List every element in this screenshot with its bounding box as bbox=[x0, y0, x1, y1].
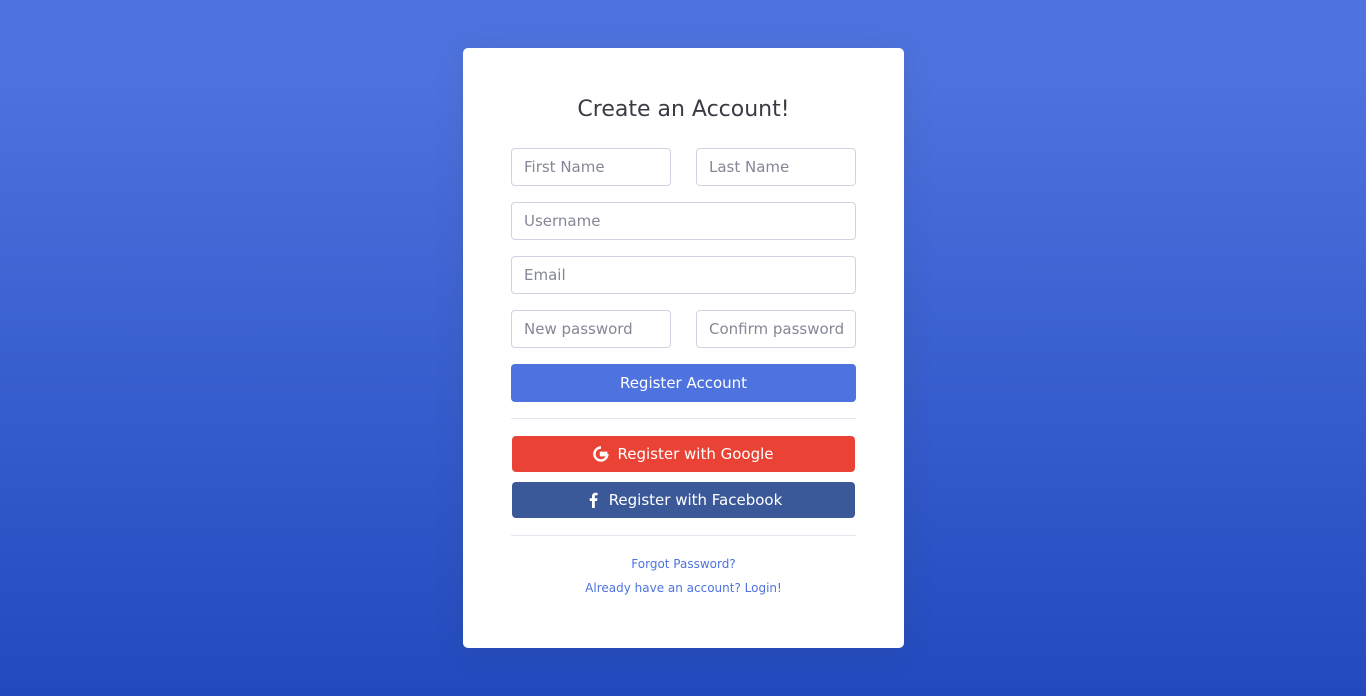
forgot-password-link[interactable]: Forgot Password? bbox=[511, 556, 856, 572]
register-account-button[interactable]: Register Account bbox=[511, 364, 856, 402]
divider bbox=[511, 535, 856, 536]
divider bbox=[511, 418, 856, 419]
password-row bbox=[511, 310, 856, 348]
last-name-input[interactable] bbox=[696, 148, 856, 186]
register-facebook-label: Register with Facebook bbox=[608, 491, 783, 509]
username-row bbox=[511, 202, 856, 240]
name-row bbox=[511, 148, 856, 186]
username-input[interactable] bbox=[511, 202, 856, 240]
new-password-input[interactable] bbox=[511, 310, 671, 348]
google-icon bbox=[593, 446, 610, 462]
facebook-icon bbox=[585, 492, 601, 508]
register-account-label: Register Account bbox=[619, 374, 748, 392]
register-facebook-button[interactable]: Register with Facebook bbox=[512, 482, 855, 518]
email-row bbox=[511, 256, 856, 294]
confirm-password-input[interactable] bbox=[696, 310, 856, 348]
register-google-button[interactable]: Register with Google bbox=[512, 436, 855, 472]
first-name-input[interactable] bbox=[511, 148, 671, 186]
register-google-label: Register with Google bbox=[617, 445, 774, 463]
footer-links: Forgot Password? Already have an account… bbox=[511, 556, 856, 596]
email-input[interactable] bbox=[511, 256, 856, 294]
register-card: Create an Account! Register Account Regi… bbox=[463, 48, 904, 648]
login-link[interactable]: Already have an account? Login! bbox=[511, 580, 856, 596]
page-title: Create an Account! bbox=[577, 97, 790, 122]
